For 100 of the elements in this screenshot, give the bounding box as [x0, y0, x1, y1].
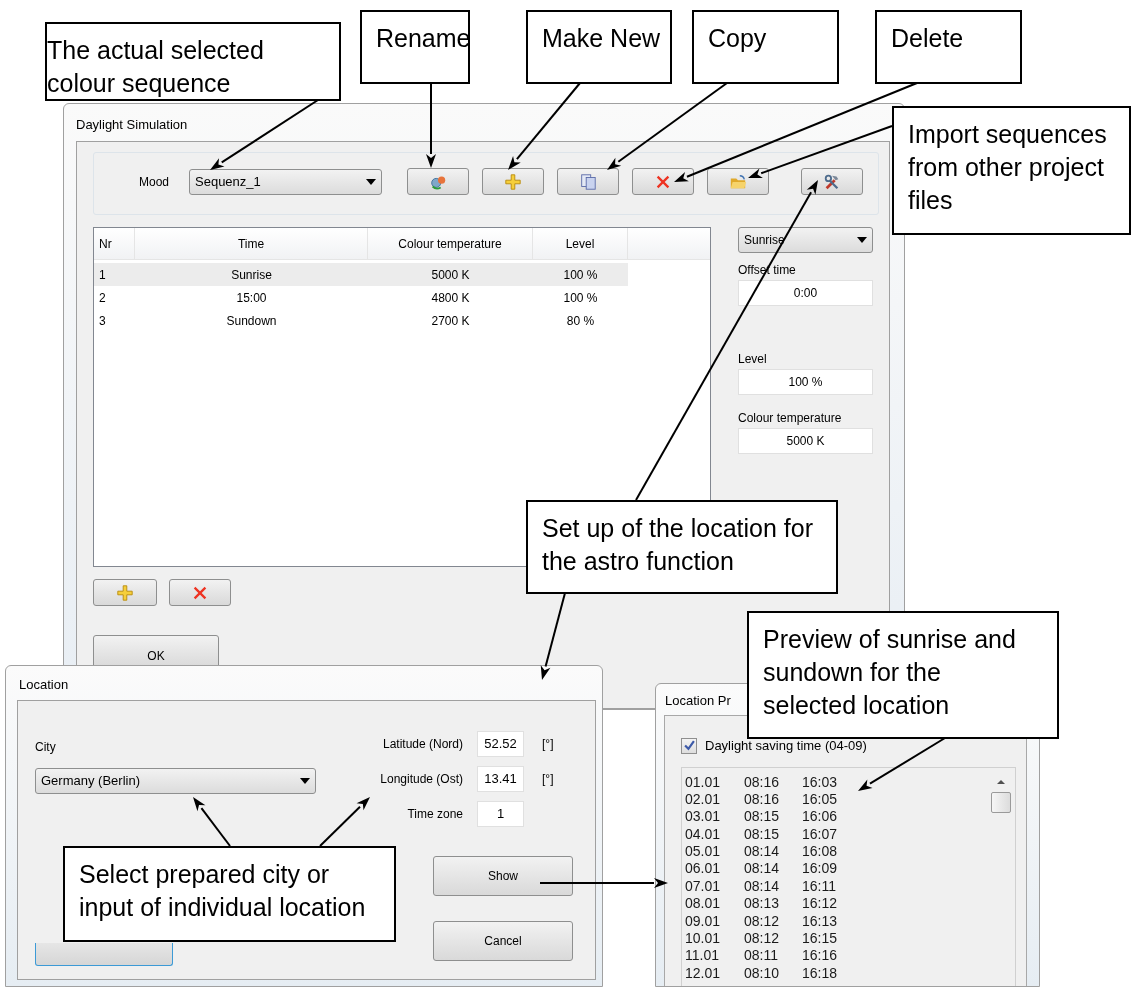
list-text: 01.01	[685, 773, 722, 791]
field-label: Colour temperature	[738, 411, 843, 426]
rename-button[interactable]	[407, 168, 469, 195]
unit-label: [°]	[542, 771, 555, 788]
folder-icon	[729, 172, 747, 191]
list-text: 16:18	[802, 964, 838, 983]
callout-box: Make New	[526, 10, 672, 84]
field-label: Latitude (Nord)	[381, 736, 463, 753]
scroll-thumb[interactable]	[991, 791, 1011, 813]
field-label: Longitude (Ost)	[379, 771, 463, 788]
table-cell-text: 100 %	[562, 289, 599, 307]
add-row-button[interactable]	[93, 579, 157, 606]
list-text: 16:11	[802, 877, 836, 896]
plus-icon	[116, 583, 134, 602]
field-label: Level	[738, 352, 768, 367]
scroll-up-icon[interactable]	[997, 779, 1005, 784]
list-text: 16:15	[802, 930, 838, 948]
table-cell-text: 100 %	[562, 266, 599, 284]
input-field[interactable]: 1	[477, 801, 524, 827]
new-button[interactable]	[482, 168, 544, 195]
callout-box: Delete	[875, 10, 1022, 84]
city-label: City	[35, 739, 56, 754]
list-text: 08:14	[744, 843, 781, 861]
list-text: 08:15	[744, 808, 781, 826]
table-cell-text: 15:00	[235, 289, 268, 307]
list-text: 08:14	[744, 877, 781, 896]
list-text: 03.01	[685, 808, 722, 826]
list-text: 11.01	[685, 947, 720, 965]
list-text: 06.01	[685, 860, 722, 878]
list-text: 08:11	[744, 947, 779, 965]
list-text: 09.01	[685, 912, 722, 930]
caret-icon	[366, 178, 376, 185]
list-text: 08:15	[744, 825, 781, 844]
input-field[interactable]: 100 %	[738, 369, 873, 395]
list-text: 16:13	[802, 912, 838, 930]
callout-box: Preview of sunrise and sundown for the selected location	[747, 611, 1059, 739]
list-text: 16:06	[802, 808, 838, 826]
checkbox[interactable]	[681, 737, 697, 754]
caret-icon	[300, 778, 310, 784]
table-cell-text: 2	[98, 289, 107, 307]
callout-box: The actual selected colour sequence	[45, 22, 341, 101]
copy-button[interactable]	[557, 168, 619, 195]
tools-button[interactable]	[801, 168, 863, 195]
dropdown[interactable]: Sequenz_1	[189, 168, 382, 195]
caret-icon	[857, 237, 867, 243]
list-text: 16:16	[802, 947, 838, 965]
copy-icon	[579, 172, 597, 191]
list-text: 08:16	[744, 790, 781, 809]
list-text: 10.01	[685, 930, 722, 948]
import-button[interactable]	[707, 168, 769, 195]
list-text: 16:07	[802, 825, 838, 844]
column-header[interactable]: Nr	[94, 228, 135, 259]
list-text: 08:12	[744, 930, 781, 948]
mood-label: Mood	[139, 173, 171, 191]
list-text: 16:09	[802, 860, 838, 878]
callout-box: Rename	[360, 10, 470, 84]
table-cell-text: 80 %	[565, 312, 596, 330]
list-text: 16:05	[802, 790, 838, 809]
callout-box: Select prepared city or input of individual location	[63, 846, 396, 942]
dropdown[interactable]: Germany (Berlin)	[35, 768, 316, 794]
window-title: Location Pr	[664, 692, 731, 710]
list-text: 08:16	[744, 773, 781, 791]
input-field[interactable]: 52.52	[477, 731, 524, 757]
dropdown[interactable]: Sunrise	[738, 227, 873, 253]
table-cell-text: 3	[98, 312, 107, 330]
table-cell-text: 5000 K	[430, 266, 471, 284]
column-header[interactable]: Time	[135, 228, 368, 259]
list-text: 02.01	[685, 790, 722, 809]
list-text: 08:13	[744, 895, 781, 913]
list-text: 12.01	[685, 964, 722, 983]
tools-icon	[823, 172, 841, 191]
delete-row-button[interactable]	[169, 579, 231, 606]
column-header[interactable]: Colour temperature	[368, 228, 533, 259]
window-title: Daylight Simulation	[75, 116, 188, 134]
cancel-button[interactable]: Cancel	[433, 921, 573, 961]
table-cell-text: 4800 K	[430, 289, 471, 307]
delete-button[interactable]	[632, 168, 694, 195]
plus-icon	[504, 172, 522, 191]
button[interactable]	[35, 943, 173, 966]
table-cell-text: Sundown	[225, 312, 278, 330]
arrow	[319, 797, 370, 847]
input-field[interactable]: 0:00	[738, 280, 873, 306]
callout-box: Set up of the location for the astro function	[526, 500, 838, 594]
list-text: 16:12	[802, 895, 838, 913]
show-button[interactable]: Show	[433, 856, 573, 896]
unit-label: [°]	[542, 736, 555, 753]
table-cell-text: 2700 K	[430, 312, 471, 330]
list-text: 16:03	[802, 773, 838, 791]
list-text: 08.01	[685, 895, 722, 913]
arrow	[193, 797, 231, 847]
column-header[interactable]: Level	[533, 228, 628, 259]
callout-box: Import sequences from other project files	[892, 106, 1131, 235]
list-text: 08:14	[744, 860, 781, 878]
list-text: 08:12	[744, 912, 781, 930]
list-text: 07.01	[685, 877, 722, 896]
input-field[interactable]: 5000 K	[738, 428, 873, 454]
field-label: Time zone	[406, 806, 463, 823]
list-text: 08:10	[744, 964, 781, 983]
input-field[interactable]: 13.41	[477, 766, 524, 792]
table-row[interactable]: 1 Sunrise 5000 K 100 %	[94, 263, 628, 286]
